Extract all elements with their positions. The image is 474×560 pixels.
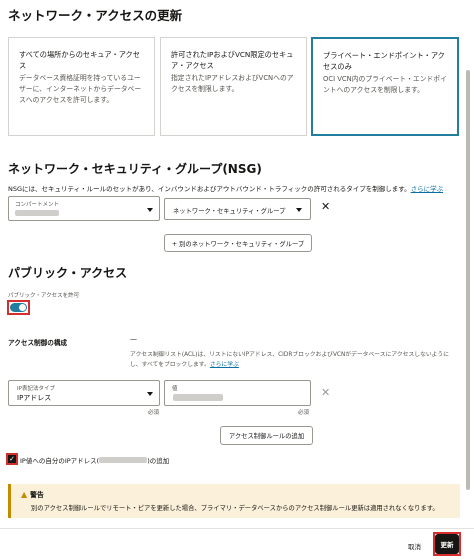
warning-title: 警告: [30, 491, 44, 499]
required-hint: 必須: [298, 410, 310, 416]
required-hint: 必須: [148, 410, 160, 416]
scrollbar[interactable]: [466, 70, 470, 490]
redacted-compartment-value: [15, 210, 59, 216]
warning-text: 別のアクセス制御ルールでリモート・ピアを更新した場合、プライマリ・データベースか…: [31, 505, 439, 512]
add-my-ip-checkbox-highlight: ✓: [6, 453, 18, 465]
warning-banner: ▲ 警告 別のアクセス制御ルールでリモート・ピアを更新した場合、プライマリ・デー…: [8, 484, 460, 518]
ip-type-label: IP表記法タイプ: [17, 386, 55, 392]
public-access-heading: パブリック・アクセス: [8, 266, 128, 280]
update-button[interactable]: 更新: [435, 534, 459, 554]
warning-icon: ▲: [21, 489, 28, 499]
redacted-my-ip: [99, 457, 148, 463]
page-title: ネットワーク・アクセスの更新: [8, 8, 183, 23]
card-desc: OCI VCN内のプライベート・エンドポイントへのアクセスを制限します。: [323, 75, 447, 94]
chevron-down-icon: [296, 208, 302, 212]
card-desc: 指定されたIPアドレスおよびVCNへのアクセスを制限します。: [171, 74, 294, 93]
card-desc: データベース資格証明を持っているユーザーに、インターネットからデータベースへのア…: [19, 74, 142, 104]
ip-value-input[interactable]: 値: [164, 380, 311, 406]
access-option-private-endpoint[interactable]: プライベート・エンドポイント・アクセスのみ OCI VCN内のプライベート・エン…: [311, 37, 459, 136]
footer-divider: [0, 528, 474, 529]
add-nsg-button[interactable]: + 別のネットワーク・セキュリティ・グループ: [164, 234, 312, 252]
nsg-description: NSGには、セキュリティ・ルールのセットがあり、インバウンドおよびアウトバウンド…: [8, 183, 458, 193]
chevron-down-icon: [147, 208, 153, 212]
redacted-ip-value: [173, 394, 223, 401]
card-title: 許可されたIPおよびVCN限定のセキュア・アクセス: [171, 50, 294, 70]
access-option-anywhere[interactable]: すべての場所からのセキュア・アクセス データベース資格証明を持っているユーザーに…: [8, 37, 155, 136]
public-access-toggle[interactable]: [10, 303, 27, 312]
nsg-desc-text: NSGには、セキュリティ・ルールのセットがあり、インバウンドおよびアウトバウンド…: [8, 185, 411, 193]
ip-type-value: IPアドレス: [17, 394, 52, 402]
ip-notation-type-select[interactable]: IP表記法タイプ IPアドレス: [8, 380, 160, 406]
access-option-allowed-ips[interactable]: 許可されたIPおよびVCN限定のセキュア・アクセス 指定されたIPアドレスおよび…: [160, 37, 307, 136]
nsg-heading: ネットワーク・セキュリティ・グループ(NSG): [8, 162, 262, 176]
add-my-ip-checkbox[interactable]: ✓: [8, 455, 16, 463]
public-access-toggle-highlight: [7, 300, 30, 315]
remove-nsg-close-icon[interactable]: ✕: [321, 200, 330, 213]
public-access-toggle-label: パブリック・アクセスを許可: [8, 293, 80, 299]
remove-acl-rule-close-icon[interactable]: ✕: [321, 386, 330, 399]
acl-description: アクセス制御リスト(ACL)は、リストにないIPアドレス、CIDRブロックおよび…: [130, 350, 460, 370]
chevron-down-icon: [147, 392, 153, 396]
acl-desc-text: アクセス制御リスト(ACL)は、リストにないIPアドレス、CIDRブロックおよび…: [130, 352, 449, 368]
compartment-label: コンパートメント: [15, 202, 60, 208]
add-my-ip-label-prefix: IP値への自分のIPアドレス(: [20, 457, 100, 465]
nsg-select[interactable]: ネットワーク・セキュリティ・グループ: [164, 198, 311, 220]
value-label: 値: [172, 386, 178, 392]
add-my-ip-label: IP値への自分のIPアドレス( )の追加: [20, 455, 169, 465]
acl-config-label: アクセス制御の構成: [8, 339, 68, 347]
warning-title-row: ▲ 警告: [21, 489, 44, 500]
update-button-highlight: 更新: [433, 532, 461, 556]
nsg-learn-more-link[interactable]: さらに学ぶ: [411, 185, 444, 193]
add-my-ip-label-suffix: )の追加: [147, 457, 170, 465]
nsg-select-placeholder: ネットワーク・セキュリティ・グループ: [173, 208, 286, 215]
toggle-knob: [19, 304, 26, 311]
cancel-button[interactable]: 取消: [408, 541, 421, 551]
card-title: すべての場所からのセキュア・アクセス: [19, 50, 140, 70]
acl-learn-more-link[interactable]: さらに学ぶ: [210, 362, 239, 368]
card-title: プライベート・エンドポイント・アクセスのみ: [323, 51, 445, 71]
acl-dash: —: [130, 335, 137, 343]
compartment-select[interactable]: コンパートメント: [8, 196, 160, 221]
add-acl-rule-button[interactable]: アクセス制御ルールの追加: [220, 426, 313, 445]
